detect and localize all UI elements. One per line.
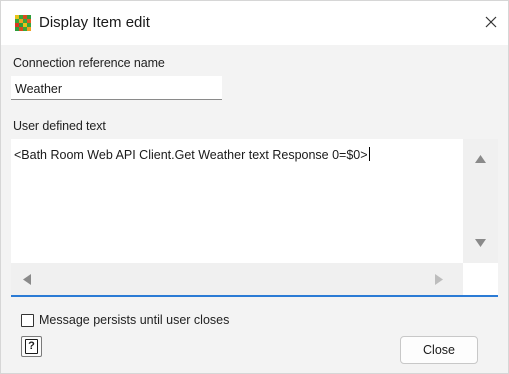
arrow-right-icon[interactable] <box>435 274 443 285</box>
display-item-edit-dialog: Display Item edit Connection reference n… <box>0 0 509 374</box>
user-defined-text-label: User defined text <box>13 119 106 133</box>
arrow-up-icon[interactable] <box>475 155 486 163</box>
help-button[interactable]: ? <box>21 336 42 357</box>
connection-reference-input[interactable] <box>11 76 222 100</box>
vertical-scrollbar[interactable] <box>463 139 498 263</box>
user-defined-text-value: <Bath Room Web API Client.Get Weather te… <box>14 148 368 162</box>
text-caret <box>368 147 370 161</box>
arrow-down-icon[interactable] <box>475 239 486 247</box>
window-title: Display Item edit <box>39 14 150 31</box>
app-grid-icon <box>15 15 31 31</box>
scrollbar-corner <box>463 263 498 295</box>
horizontal-scrollbar[interactable] <box>11 263 463 295</box>
connection-reference-label: Connection reference name <box>13 56 165 70</box>
persist-message-checkbox-row[interactable]: Message persists until user closes <box>21 312 229 328</box>
help-icon: ? <box>25 339 38 354</box>
title-bar: Display Item edit <box>1 1 508 45</box>
persist-message-checkbox[interactable] <box>21 313 34 327</box>
close-icon[interactable] <box>480 11 502 33</box>
arrow-left-icon[interactable] <box>23 274 31 285</box>
user-defined-text-editor: <Bath Room Web API Client.Get Weather te… <box>11 139 498 297</box>
close-button[interactable]: Close <box>400 336 478 364</box>
user-defined-text-area[interactable]: <Bath Room Web API Client.Get Weather te… <box>11 139 463 263</box>
persist-message-label: Message persists until user closes <box>39 313 230 327</box>
